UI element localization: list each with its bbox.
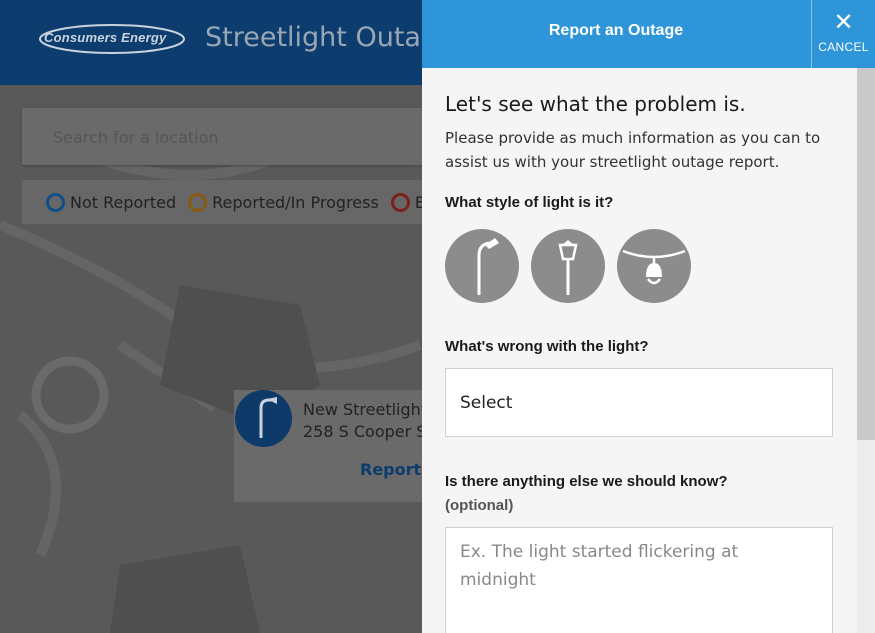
problem-select[interactable]: Select bbox=[445, 368, 833, 437]
step-heading: Let's see what the problem is. bbox=[445, 92, 746, 116]
scroll-thumb[interactable] bbox=[857, 68, 875, 440]
report-outage-drawer: Report an Outage ✕ CANCEL Let's see what… bbox=[422, 0, 875, 633]
streetlight-marker-icon[interactable] bbox=[235, 390, 292, 447]
page-title: Streetlight Outage bbox=[205, 22, 455, 53]
popup-title: New Streetlight bbox=[303, 400, 428, 419]
consumers-energy-logo: Consumers Energy bbox=[38, 22, 186, 56]
legend-label: Reported/In Progress bbox=[212, 192, 379, 212]
light-style-options bbox=[445, 229, 691, 303]
popup-address: 258 S Cooper St bbox=[303, 422, 433, 441]
map-legend: Not Reported Reported/In Progress Ex bbox=[22, 180, 442, 224]
legend-label: Not Reported bbox=[70, 192, 177, 212]
post-top-lantern-icon[interactable] bbox=[531, 229, 605, 303]
legend-not-reported: Not Reported bbox=[46, 192, 177, 212]
search-placeholder: Search for a location bbox=[53, 128, 219, 147]
select-value: Select bbox=[460, 393, 513, 413]
close-icon: ✕ bbox=[833, 8, 854, 36]
legend-dot-orange bbox=[188, 192, 208, 212]
legend-reported: Reported/In Progress bbox=[188, 192, 379, 212]
logo-text: Consumers Energy bbox=[44, 30, 167, 45]
pendant-light-icon[interactable] bbox=[617, 229, 691, 303]
cancel-button[interactable]: ✕ CANCEL bbox=[811, 0, 875, 68]
textarea-placeholder: Ex. The light started flickering at midn… bbox=[460, 542, 739, 590]
cobra-head-light-icon[interactable] bbox=[445, 229, 519, 303]
cancel-label: CANCEL bbox=[818, 40, 869, 54]
location-search-input[interactable]: Search for a location bbox=[22, 108, 442, 165]
legend-dot-red bbox=[390, 192, 410, 212]
drawer-header: Report an Outage ✕ CANCEL bbox=[422, 0, 875, 68]
intro-text: Please provide as much information as yo… bbox=[445, 129, 821, 171]
problem-label: What's wrong with the light? bbox=[445, 338, 649, 355]
drawer-scrollbar[interactable] bbox=[857, 68, 875, 633]
additional-info-label: Is there anything else we should know? bbox=[445, 473, 728, 490]
light-style-label: What style of light is it? bbox=[445, 194, 614, 211]
optional-label: (optional) bbox=[445, 497, 514, 514]
additional-info-textarea[interactable]: Ex. The light started flickering at midn… bbox=[445, 527, 833, 633]
legend-dot-blue bbox=[46, 192, 65, 212]
drawer-title: Report an Outage bbox=[548, 22, 684, 39]
